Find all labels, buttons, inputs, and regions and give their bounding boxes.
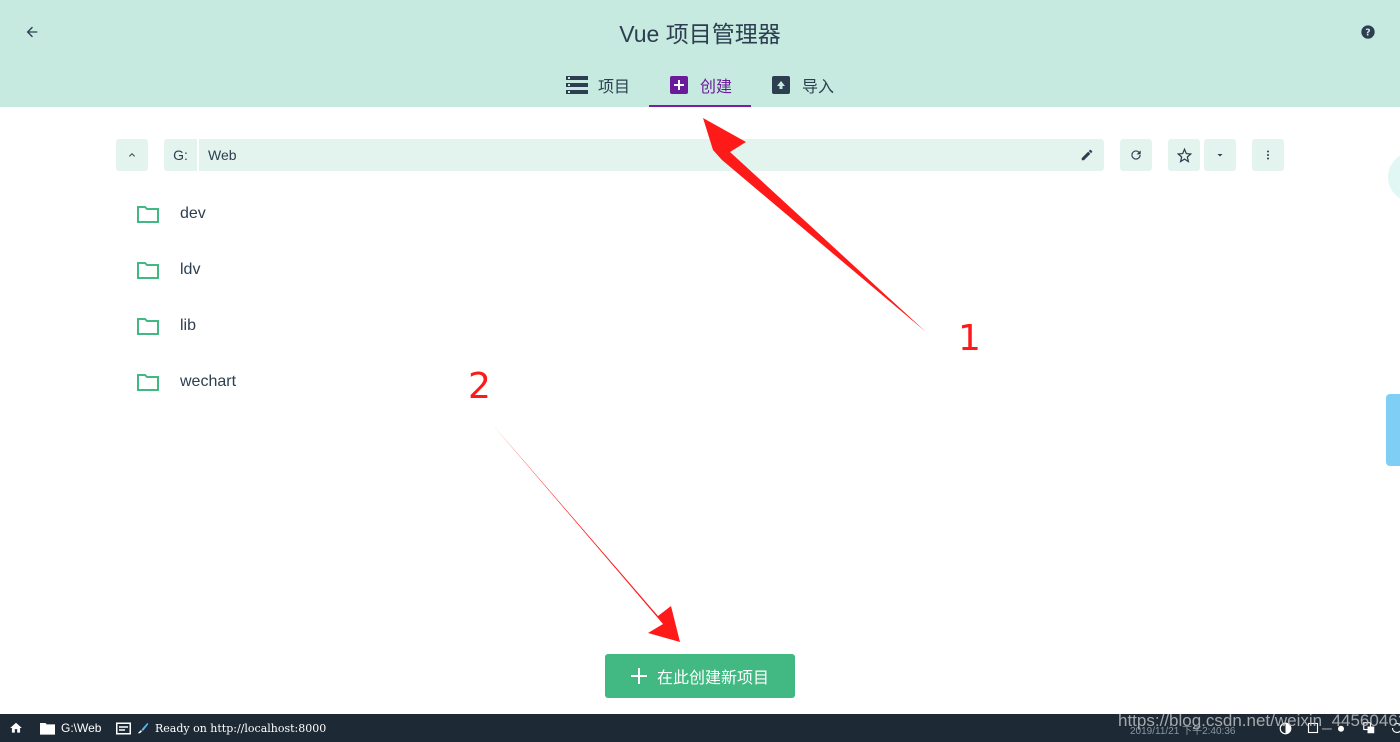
tab-label: 创建 (699, 78, 732, 96)
home-icon (10, 722, 22, 733)
watermark: https://blog.csdn.net/weixin_44560462 (1118, 711, 1400, 730)
annotation-label-1: 1 (958, 318, 981, 359)
pencil-icon[interactable] (1078, 146, 1096, 164)
folder-icon (137, 205, 159, 223)
more-vertical-icon (1267, 150, 1269, 160)
plus-icon (630, 668, 647, 684)
more-options-button[interactable] (1252, 139, 1284, 171)
current-folder-label: G:\Web (61, 721, 102, 735)
app-header: Vue 项目管理器 ? 项目 创建 导入 (0, 0, 1400, 107)
import-icon (770, 74, 792, 96)
path-text: Web (208, 147, 237, 163)
console-icon (116, 722, 131, 734)
annotation-label-2: 2 (468, 366, 491, 407)
list-item[interactable]: lib (120, 298, 1020, 354)
home-button[interactable] (9, 714, 23, 742)
floating-button-edge[interactable] (1388, 152, 1400, 202)
chevron-up-icon (129, 153, 135, 157)
page-title: Vue 项目管理器 (619, 21, 781, 47)
folder-name: ldv (180, 261, 201, 278)
tab-projects[interactable]: 项目 (547, 62, 649, 107)
favorite-button[interactable] (1168, 139, 1200, 171)
folder-list: dev ldv lib wechart (120, 186, 1020, 410)
svg-text:?: ? (1365, 27, 1370, 38)
brush-icon (137, 722, 149, 734)
create-project-button[interactable]: 在此创建新项目 (605, 654, 795, 698)
add-box-icon (668, 74, 690, 96)
list-item[interactable]: ldv (120, 242, 1020, 298)
favorites-dropdown-button[interactable] (1204, 139, 1236, 171)
refresh-icon (1131, 150, 1141, 160)
tab-label: 导入 (802, 78, 835, 96)
tab-import[interactable]: 导入 (751, 62, 853, 107)
create-project-label: 在此创建新项目 (656, 670, 769, 687)
list-item[interactable]: wechart (120, 354, 1020, 410)
list-item[interactable]: dev (120, 186, 1020, 242)
folder-icon (40, 722, 55, 735)
folder-icon (137, 373, 159, 391)
folder-name: lib (180, 317, 197, 334)
folder-name: dev (180, 205, 206, 222)
path-input[interactable]: Web (199, 139, 1104, 171)
current-folder-button[interactable]: G:\Web (40, 714, 101, 742)
drive-selector[interactable]: G: (164, 139, 197, 171)
folder-icon (137, 317, 159, 335)
folder-icon (137, 261, 159, 279)
tab-create[interactable]: 创建 (648, 62, 752, 107)
tab-bar: 项目 创建 导入 (0, 62, 1400, 107)
folder-name: wechart (180, 373, 237, 390)
star-outline-icon (1176, 147, 1192, 163)
help-button[interactable]: ? (1356, 20, 1380, 44)
parent-folder-button[interactable] (116, 139, 148, 171)
caret-down-icon (1217, 154, 1223, 157)
log-button[interactable]: Ready on http://localhost:8000 (116, 714, 326, 742)
tab-label: 项目 (597, 78, 630, 96)
refresh-button[interactable] (1120, 139, 1152, 171)
help-circle-icon: ? (1361, 25, 1375, 39)
list-icon (565, 74, 588, 96)
side-panel-tab[interactable] (1386, 394, 1400, 466)
log-message: Ready on http://localhost:8000 (155, 721, 327, 735)
